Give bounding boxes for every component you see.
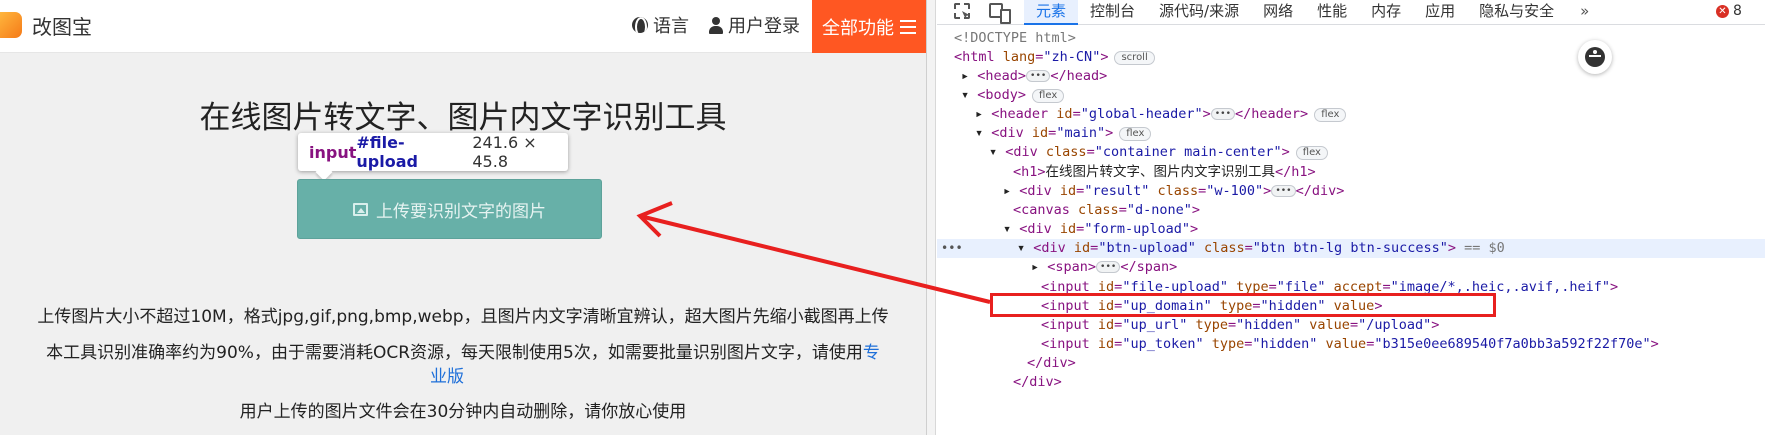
dom-line-form-upload[interactable]: ▾ <div id="form-upload"> <box>937 220 1765 239</box>
tab-sources[interactable]: 源代码/来源 <box>1147 0 1251 25</box>
accessibility-button[interactable] <box>1578 40 1612 74</box>
collapsed-ellipsis-icon[interactable]: ••• <box>1096 261 1121 273</box>
flex-badge[interactable]: flex <box>1119 127 1152 141</box>
upload-requirements-text: 上传图片大小不超过10M，格式jpg,gif,png,bmp,webp，且图片内… <box>37 307 889 327</box>
user-icon <box>709 16 723 34</box>
all-features-label: 全部功能 <box>822 17 894 39</box>
upload-button[interactable]: 上传要识别文字的图片 <box>297 179 602 239</box>
expand-triangle-icon[interactable]: ▸ <box>975 106 991 122</box>
expand-triangle-icon[interactable]: ▸ <box>1003 183 1019 199</box>
more-tabs-icon[interactable]: » <box>1566 0 1603 25</box>
error-icon: ✕ <box>1716 4 1729 18</box>
dom-line-main[interactable]: ▾ <div id="main"> flex <box>937 124 1765 143</box>
nav-language[interactable]: 语言 <box>632 12 689 38</box>
nav-login-label: 用户登录 <box>728 16 800 37</box>
accuracy-note-text: 本工具识别准确率约为90%，由于需要消耗OCR资源，每天限制使用5次，如需要批量… <box>46 343 863 363</box>
screenshot-root: 改图宝 语言 用户登录 全部功能 在线图片转文字、图片内文字识别工具 input… <box>0 0 1765 435</box>
nav-login[interactable]: 用户登录 <box>709 12 800 38</box>
dom-line-header[interactable]: ▸ <header id="global-header"> ••• </header… <box>937 105 1765 124</box>
collapse-triangle-icon[interactable]: ▾ <box>989 144 1005 160</box>
collapsed-ellipsis-icon[interactable]: ••• <box>1026 70 1051 82</box>
tab-console[interactable]: 控制台 <box>1078 0 1147 25</box>
flex-badge[interactable]: flex <box>1295 146 1328 160</box>
dom-tree: <!DOCTYPE html> <html lang="zh-CN"> scrol… <box>937 26 1765 435</box>
collapsed-ellipsis-icon[interactable]: ••• <box>1271 185 1296 197</box>
dom-line-doctype[interactable]: <!DOCTYPE html> <box>937 29 1765 48</box>
error-count: 8 <box>1733 3 1742 19</box>
tooltip-tag: input <box>309 142 357 162</box>
tab-network[interactable]: 网络 <box>1251 0 1305 25</box>
tab-elements[interactable]: 元素 <box>1024 0 1079 25</box>
tab-memory[interactable]: 内存 <box>1359 0 1413 25</box>
devtools-tabs: 元素 控制台 源代码/来源 网络 性能 内存 应用 隐私与安全 » <box>1024 0 1603 25</box>
devtools-toolbar: 元素 控制台 源代码/来源 网络 性能 内存 应用 隐私与安全 » ✕ 8 <box>937 0 1765 25</box>
tooltip-id: #file-upload <box>356 133 418 171</box>
expand-triangle-icon[interactable]: ▸ <box>961 68 977 84</box>
collapse-triangle-icon[interactable]: ▾ <box>961 87 977 103</box>
site-header: 改图宝 语言 用户登录 全部功能 <box>0 0 926 53</box>
logo-text[interactable]: 改图宝 <box>32 11 92 40</box>
page-title: 在线图片转文字、图片内文字识别工具 <box>199 100 727 136</box>
dom-line-close-div[interactable]: </div> <box>937 354 1765 373</box>
flex-badge[interactable]: flex <box>1032 89 1065 103</box>
dom-line-body[interactable]: ▾ <body> flex <box>937 86 1765 105</box>
tab-privacy-security[interactable]: 隐私与安全 <box>1467 0 1566 25</box>
dom-line-btn-upload[interactable]: ••• ▾ <div id="btn-upload" class="btn btn… <box>937 239 1765 259</box>
flex-badge[interactable]: flex <box>1314 108 1347 122</box>
image-icon <box>353 202 368 216</box>
tab-application[interactable]: 应用 <box>1413 0 1467 25</box>
tooltip-size: 241.6 × 45.8 <box>472 133 537 171</box>
device-toolbar-icon[interactable] <box>989 3 1011 24</box>
scroll-badge[interactable]: scroll <box>1114 51 1155 65</box>
dom-line-result[interactable]: ▸ <div id="result" class="w-100"> ••• </di… <box>937 182 1765 201</box>
collapse-triangle-icon[interactable]: ▾ <box>1017 240 1033 256</box>
dom-line-span[interactable]: ▸ <span> ••• </span> <box>937 258 1765 277</box>
logo-icon[interactable] <box>0 12 22 38</box>
collapse-triangle-icon[interactable]: ▾ <box>1003 221 1019 237</box>
accessibility-icon <box>1585 47 1605 67</box>
dom-line-head[interactable]: ▸ <head> ••• </head> <box>937 67 1765 86</box>
dom-line-up-url[interactable]: <input id="up_url" type="hidden" value="… <box>937 316 1765 335</box>
globe-icon <box>632 17 648 33</box>
pro-version-link-continued[interactable]: 业版 <box>430 362 464 387</box>
dom-line-up-token[interactable]: <input id="up_token" type="hidden" value… <box>937 335 1765 354</box>
all-features-button[interactable]: 全部功能 <box>812 0 926 53</box>
devtools-panel: 元素 控制台 源代码/来源 网络 性能 内存 应用 隐私与安全 » ✕ 8 <!… <box>937 0 1765 435</box>
inspect-element-icon[interactable] <box>954 3 970 19</box>
dom-line-container[interactable]: ▾ <div class="container main-center"> fle… <box>937 143 1765 162</box>
page-scrollbar[interactable] <box>927 0 936 435</box>
website-viewport: 改图宝 语言 用户登录 全部功能 在线图片转文字、图片内文字识别工具 input… <box>0 0 926 435</box>
gutter-more-icon[interactable]: ••• <box>941 239 963 258</box>
dom-line-html[interactable]: <html lang="zh-CN"> scroll <box>937 48 1765 67</box>
privacy-note: 用户上传的图片文件会在30分钟内自动删除，请你放心使用 <box>239 402 687 422</box>
accuracy-note: 本工具识别准确率约为90%，由于需要消耗OCR资源，每天限制使用5次，如需要批量… <box>0 338 926 363</box>
nav-language-label: 语言 <box>653 16 689 37</box>
highlight-box <box>990 293 1496 317</box>
collapsed-ellipsis-icon[interactable]: ••• <box>1210 108 1236 120</box>
expand-triangle-icon[interactable]: ▸ <box>1031 259 1047 275</box>
inspect-tooltip: input #file-upload 241.6 × 45.8 <box>298 133 568 171</box>
pro-version-link[interactable]: 专 <box>863 343 880 363</box>
menu-icon <box>900 19 916 34</box>
error-count-badge[interactable]: ✕ 8 <box>1716 3 1742 19</box>
dom-line-canvas[interactable]: <canvas class="d-none"> <box>937 201 1765 220</box>
dom-line-h1[interactable]: <h1>在线图片转文字、图片内文字识别工具</h1> <box>937 163 1765 182</box>
collapse-triangle-icon[interactable]: ▾ <box>975 125 991 141</box>
upload-button-label: 上传要识别文字的图片 <box>376 201 546 222</box>
dom-line-close-div[interactable]: </div> <box>937 373 1765 392</box>
tab-performance[interactable]: 性能 <box>1305 0 1359 25</box>
